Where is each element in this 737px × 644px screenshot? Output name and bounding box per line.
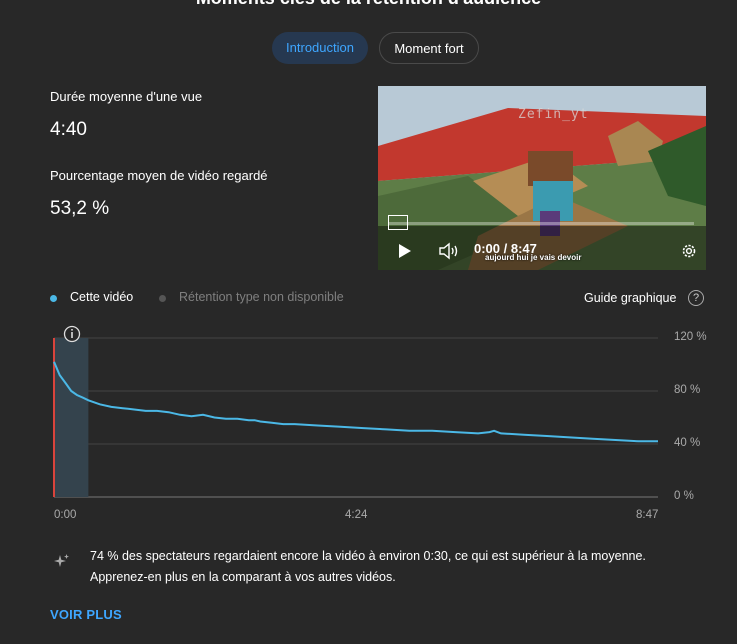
section-title: Moments clés de la rétention d'audience (0, 0, 737, 9)
video-watermark: Zefin_yt (518, 107, 589, 122)
video-scrubber-thumb[interactable] (388, 215, 408, 230)
sparkle-icon (54, 554, 69, 567)
avg-percent-value: 53,2 % (50, 198, 110, 219)
video-subtitle: aujourd hui je vais devoir (485, 253, 582, 262)
video-progress-bar[interactable] (388, 222, 694, 225)
x-tick-label: 0:00 (54, 509, 77, 521)
see-more-link[interactable]: VOIR PLUS (50, 607, 122, 622)
guide-label[interactable]: Guide graphique (584, 291, 676, 305)
tab-introduction[interactable]: Introduction (272, 32, 368, 64)
legend-dot-typical (159, 295, 166, 302)
insight-text: 74 % des spectateurs regardaient encore … (90, 549, 646, 584)
series-line-this-video (53, 361, 658, 443)
y-tick-label: 0 % (674, 490, 694, 502)
legend-dot-this-video (50, 295, 57, 302)
legend-this-video[interactable]: Cette vidéo (70, 290, 133, 304)
volume-icon[interactable] (438, 242, 460, 260)
x-tick-label: 4:24 (345, 509, 368, 521)
retention-chart (53, 325, 658, 498)
y-tick-label: 120 % (674, 331, 707, 343)
play-icon[interactable] (398, 243, 412, 259)
avg-percent-label: Pourcentage moyen de vidéo regardé (50, 168, 268, 183)
y-tick-label: 40 % (674, 437, 701, 449)
legend-typical: Rétention type non disponible (179, 290, 344, 304)
video-preview[interactable]: Zefin_yt 0:00 / 8:47 aujourd hui je vais… (378, 86, 706, 270)
avg-duration-value: 4:40 (50, 119, 87, 140)
help-icon[interactable]: ? (688, 290, 704, 306)
chart-highlight-range (54, 338, 89, 497)
x-tick-label: 8:47 (636, 509, 659, 521)
settings-icon[interactable] (680, 242, 698, 260)
info-icon[interactable] (63, 325, 81, 343)
y-tick-label: 80 % (674, 384, 701, 396)
tab-moment-fort[interactable]: Moment fort (379, 32, 479, 64)
avg-duration-label: Durée moyenne d'une vue (50, 89, 203, 104)
